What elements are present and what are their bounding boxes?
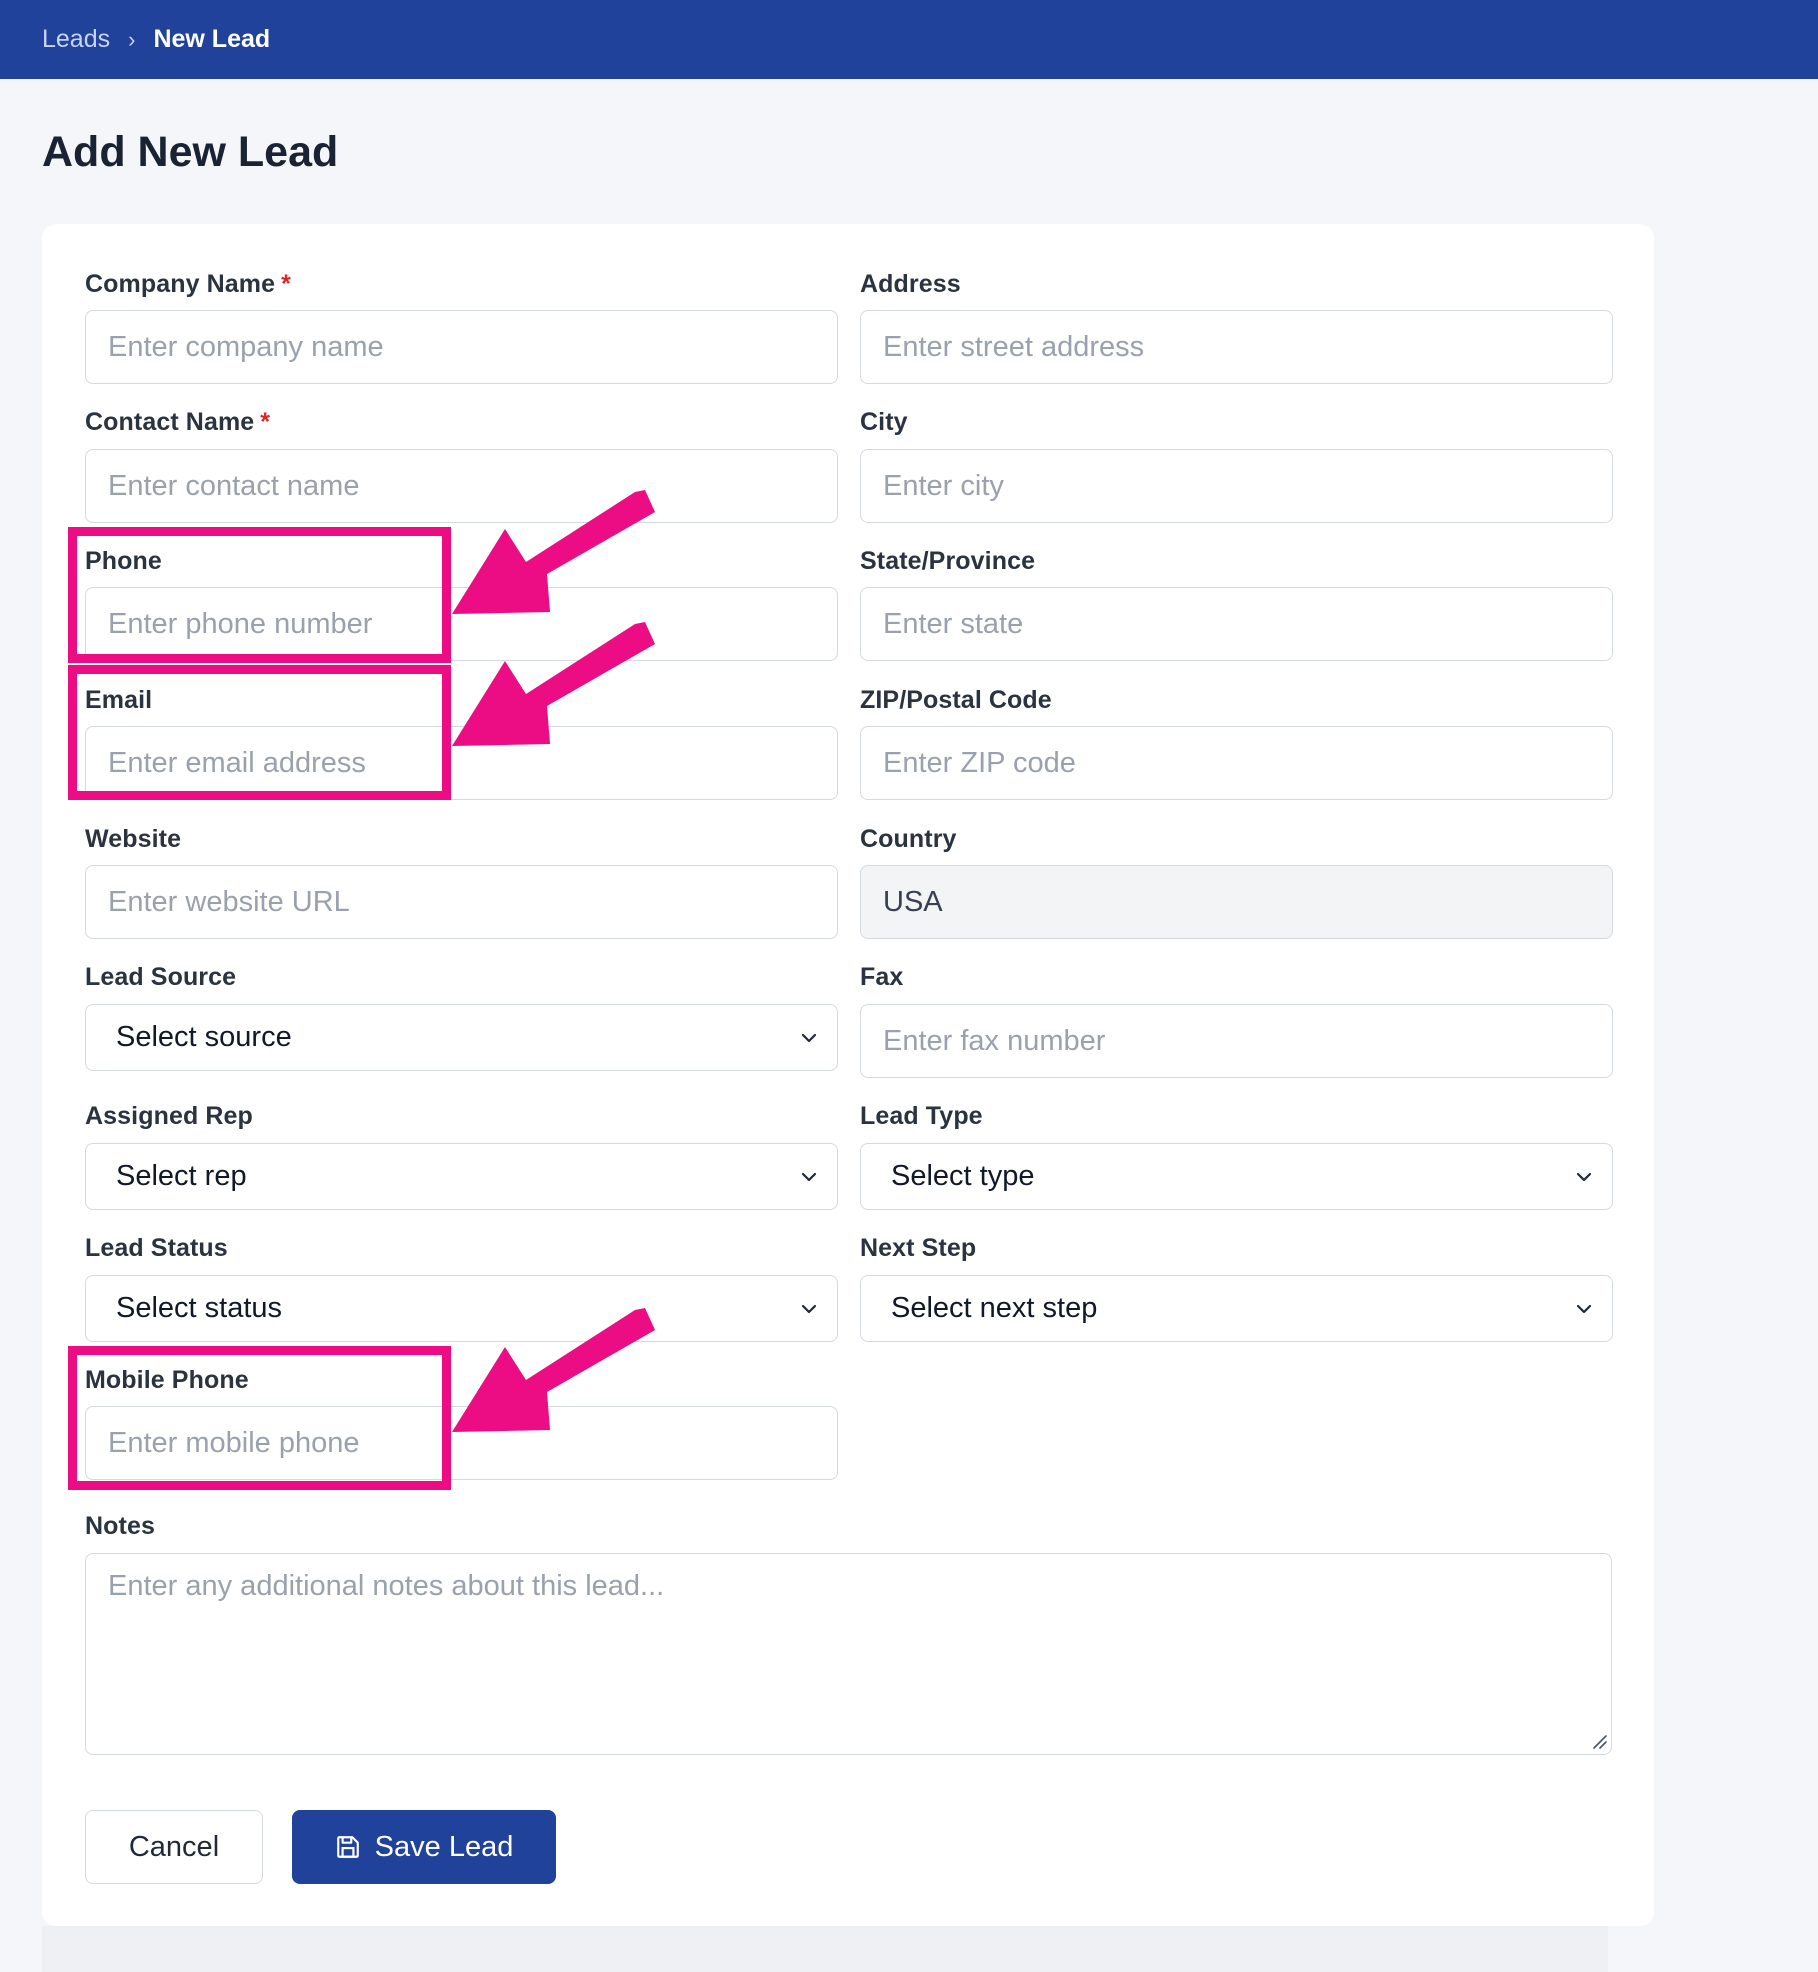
company-name-label: Company Name * (85, 270, 291, 298)
chevron-down-icon (801, 1172, 817, 1181)
lead-source-value: Select source (116, 1021, 292, 1053)
zip-input[interactable] (860, 726, 1613, 800)
notes-label: Notes (85, 1512, 155, 1540)
save-lead-label: Save Lead (374, 1830, 514, 1863)
notes-textarea[interactable] (85, 1553, 1612, 1755)
arrow-pointer-icon (452, 622, 655, 746)
resize-grip-icon[interactable] (1590, 1732, 1608, 1750)
lead-source-select[interactable]: Select source (85, 1004, 838, 1071)
lead-type-label: Lead Type (860, 1102, 983, 1130)
next-step-value: Select next step (891, 1292, 1098, 1324)
lead-source-label: Lead Source (85, 963, 237, 991)
top-bar: Leads › New Lead (0, 0, 1818, 79)
next-step-label: Next Step (860, 1234, 977, 1262)
company-name-input[interactable] (85, 310, 838, 384)
city-input[interactable] (860, 449, 1613, 523)
required-mark: * (281, 270, 291, 298)
chevron-down-icon (801, 1304, 817, 1313)
lead-status-label: Lead Status (85, 1234, 228, 1262)
lead-type-value: Select type (891, 1160, 1035, 1192)
page-title: Add New Lead (42, 128, 339, 176)
save-lead-button[interactable]: Save Lead (292, 1810, 556, 1884)
website-input[interactable] (85, 865, 838, 939)
breadcrumb-current: New Lead (153, 25, 271, 53)
required-mark: * (260, 408, 271, 436)
assigned-rep-select[interactable]: Select rep (85, 1143, 838, 1210)
fax-input[interactable] (860, 1004, 1613, 1078)
arrow-pointer-icon (452, 1308, 655, 1432)
phone-highlight-box (68, 527, 451, 663)
fax-label: Fax (860, 963, 904, 991)
zip-label: ZIP/Postal Code (860, 686, 1052, 714)
state-input[interactable] (860, 587, 1613, 661)
assigned-rep-value: Select rep (116, 1160, 247, 1192)
arrow-pointer-icon (452, 490, 655, 614)
mobile-phone-highlight-box (68, 1346, 451, 1490)
website-label: Website (85, 825, 182, 853)
next-step-select[interactable]: Select next step (860, 1275, 1613, 1342)
country-label: Country (860, 825, 957, 853)
country-input (860, 865, 1613, 939)
card-footer-strip (42, 1926, 1608, 1972)
chevron-down-icon (1576, 1172, 1592, 1181)
chevron-down-icon (1576, 1304, 1592, 1313)
address-label: Address (860, 270, 961, 298)
breadcrumb-separator: › (128, 26, 136, 52)
floppy-disk-icon (336, 1836, 359, 1858)
city-label: City (860, 408, 908, 436)
email-highlight-box (68, 665, 451, 800)
address-input[interactable] (860, 310, 1613, 384)
breadcrumb-leads-link[interactable]: Leads (42, 25, 110, 54)
lead-type-select[interactable]: Select type (860, 1143, 1613, 1210)
cancel-button[interactable]: Cancel (85, 1810, 263, 1884)
chevron-down-icon (801, 1033, 817, 1042)
contact-name-label: Contact Name * (85, 408, 271, 436)
assigned-rep-label: Assigned Rep (85, 1102, 253, 1130)
lead-status-value: Select status (116, 1292, 283, 1324)
state-label: State/Province (860, 547, 1036, 575)
